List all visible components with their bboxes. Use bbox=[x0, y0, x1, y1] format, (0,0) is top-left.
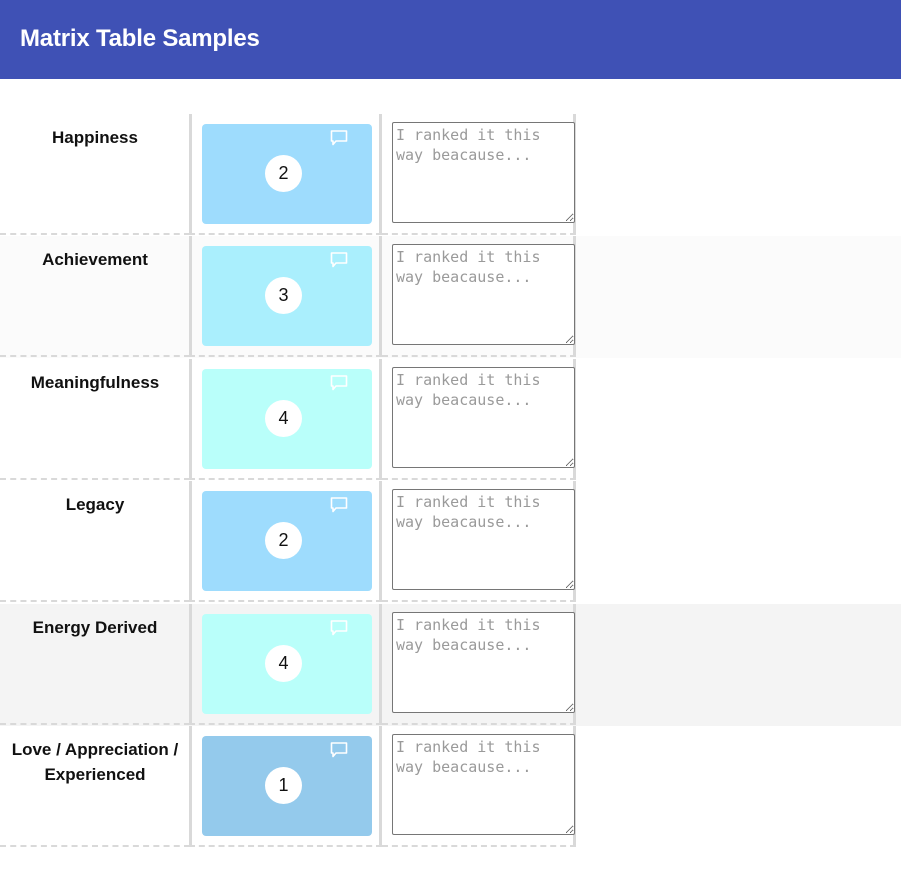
rank-value-badge: 4 bbox=[265, 400, 302, 437]
comment-bubble-icon[interactable] bbox=[330, 129, 348, 147]
matrix-row-meaningfulness: Meaningfulness 4 bbox=[0, 359, 901, 481]
row-label: Meaningfulness bbox=[30, 373, 160, 392]
rank-card[interactable]: 4 bbox=[202, 369, 372, 469]
comment-bubble-icon[interactable] bbox=[330, 741, 348, 759]
row-label-cell: Energy Derived bbox=[0, 604, 190, 725]
rank-cell: 3 bbox=[189, 236, 382, 357]
rank-card[interactable]: 2 bbox=[202, 124, 372, 224]
reason-textarea[interactable] bbox=[392, 122, 575, 223]
comment-bubble-icon[interactable] bbox=[330, 251, 348, 269]
comment-bubble-icon[interactable] bbox=[330, 496, 348, 514]
matrix-row-achievement: Achievement 3 bbox=[0, 236, 901, 358]
reason-textarea[interactable] bbox=[392, 367, 575, 468]
rank-cell: 4 bbox=[189, 359, 382, 480]
note-cell bbox=[382, 236, 576, 357]
rank-value-badge: 4 bbox=[265, 645, 302, 682]
rank-card[interactable]: 1 bbox=[202, 736, 372, 836]
comment-bubble-icon[interactable] bbox=[330, 374, 348, 392]
rank-cell: 2 bbox=[189, 114, 382, 235]
comment-bubble-icon[interactable] bbox=[330, 619, 348, 637]
matrix-row-energy-derived: Energy Derived 4 bbox=[0, 604, 901, 726]
rank-cell: 1 bbox=[189, 726, 382, 847]
row-label: Achievement bbox=[42, 250, 148, 269]
rank-cell: 2 bbox=[189, 481, 382, 602]
reason-textarea[interactable] bbox=[392, 489, 575, 590]
rank-card[interactable]: 2 bbox=[202, 491, 372, 591]
row-label: Legacy bbox=[65, 495, 125, 514]
row-label-cell: Love / Appreciation / Experienced bbox=[0, 726, 190, 847]
rank-value-badge: 2 bbox=[265, 522, 302, 559]
rank-card[interactable]: 4 bbox=[202, 614, 372, 714]
note-cell bbox=[382, 359, 576, 480]
note-cell bbox=[382, 604, 576, 725]
reason-textarea[interactable] bbox=[392, 734, 575, 835]
row-label-cell: Legacy bbox=[0, 481, 190, 602]
rank-value-badge: 2 bbox=[265, 155, 302, 192]
row-label-cell: Happiness bbox=[0, 114, 190, 235]
matrix-row-happiness: Happiness 2 bbox=[0, 114, 901, 236]
row-label-cell: Achievement bbox=[0, 236, 190, 357]
reason-textarea[interactable] bbox=[392, 612, 575, 713]
note-cell bbox=[382, 114, 576, 235]
row-label: Energy Derived bbox=[32, 618, 158, 637]
row-label: Love / Appreciation / Experienced bbox=[11, 740, 179, 784]
rank-card[interactable]: 3 bbox=[202, 246, 372, 346]
row-label-cell: Meaningfulness bbox=[0, 359, 190, 480]
matrix-row-love-appreciation-experienced: Love / Appreciation / Experienced 1 bbox=[0, 726, 901, 848]
matrix-row-legacy: Legacy 2 bbox=[0, 481, 901, 603]
note-cell bbox=[382, 726, 576, 847]
page-title: Matrix Table Samples bbox=[20, 25, 260, 52]
row-label: Happiness bbox=[52, 128, 138, 147]
reason-textarea[interactable] bbox=[392, 244, 575, 345]
note-cell bbox=[382, 481, 576, 602]
rank-value-badge: 1 bbox=[265, 767, 302, 804]
app-header: Matrix Table Samples bbox=[0, 0, 901, 79]
rank-value-badge: 3 bbox=[265, 277, 302, 314]
rank-cell: 4 bbox=[189, 604, 382, 725]
